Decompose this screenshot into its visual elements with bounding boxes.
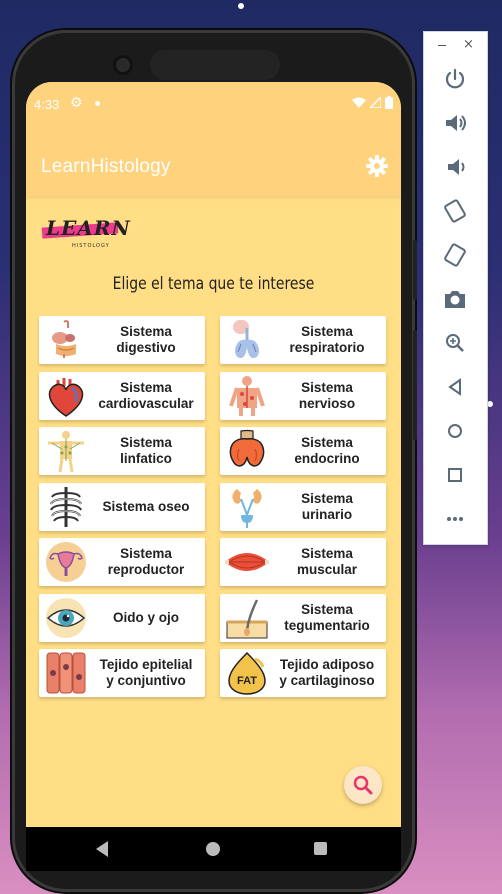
status-time: 4:33 xyxy=(34,97,60,112)
emulator-window-controls: × xyxy=(424,37,489,52)
topic-card-oido-ojo[interactable]: Oido y ojo xyxy=(39,594,205,642)
topic-card-epitelial-conjuntivo[interactable]: Tejido epitelial y conjuntivo xyxy=(39,649,205,697)
topic-label: Tejido epitelial y conjuntivo xyxy=(99,657,193,688)
topic-label: Sistema endocrino xyxy=(294,435,360,466)
topic-label: Sistema oseo xyxy=(102,499,190,514)
digestive-system-icon xyxy=(52,320,76,358)
topic-card-oseo[interactable]: Sistema oseo xyxy=(39,483,205,531)
heart-icon xyxy=(48,378,84,417)
search-icon xyxy=(353,775,373,795)
topic-card-linfatico[interactable]: Sistema linfatico xyxy=(39,427,205,475)
topic-card-reproductor[interactable]: Sistema reproductor xyxy=(39,538,205,586)
volume-down-icon[interactable] xyxy=(442,154,468,180)
topic-label: Sistema respiratorio xyxy=(289,324,365,355)
topic-card-endocrino[interactable]: Sistema endocrino xyxy=(220,427,386,475)
app-screen: 4:33 ⚙ LearnHistology LEARN HISTOLOGY El… xyxy=(26,82,401,827)
volume-up-icon[interactable] xyxy=(442,110,468,136)
power-icon[interactable] xyxy=(442,66,468,92)
topic-label: Sistema muscular xyxy=(296,546,358,577)
logo-subtext: HISTOLOGY xyxy=(72,243,110,249)
topic-card-urinario[interactable]: Sistema urinario xyxy=(220,483,386,531)
status-settings-icon: ⚙ xyxy=(70,95,83,111)
nervous-system-icon xyxy=(229,376,265,416)
emulator-panel: × xyxy=(423,31,488,545)
app-title: LearnHistology xyxy=(41,156,171,177)
topic-label: Sistema linfatico xyxy=(120,435,172,466)
fat-icon: FAT xyxy=(228,651,266,695)
topic-label: Sistema urinario xyxy=(301,491,353,522)
gear-icon[interactable] xyxy=(365,154,389,178)
topic-label: Tejido adiposo y cartilaginoso xyxy=(279,657,375,688)
status-icons xyxy=(352,96,393,109)
app-logo: LEARN HISTOLOGY xyxy=(41,216,130,252)
notification-dot-icon xyxy=(95,101,100,106)
zoom-icon[interactable] xyxy=(442,330,468,356)
topic-card-nervioso[interactable]: Sistema nervioso xyxy=(220,372,386,420)
back-nav-icon[interactable] xyxy=(96,841,108,857)
phone-side-button xyxy=(413,240,417,300)
wifi-icon xyxy=(352,97,366,108)
phone-camera xyxy=(113,55,133,75)
topic-card-digestivo[interactable]: Sistema digestivo xyxy=(39,316,205,364)
tissue-cells-icon xyxy=(46,652,86,694)
rotate-right-icon[interactable] xyxy=(442,242,468,268)
lungs-icon xyxy=(233,320,259,358)
phone-speaker xyxy=(150,50,280,80)
lymphatic-system-icon xyxy=(48,431,84,473)
topic-label: Sistema cardiovascular xyxy=(98,380,194,411)
phone-side-button xyxy=(413,330,417,440)
home-nav-icon[interactable] xyxy=(206,842,220,856)
background-dot xyxy=(238,3,244,9)
back-icon[interactable] xyxy=(442,374,468,400)
close-icon[interactable]: × xyxy=(463,37,474,52)
home-icon[interactable] xyxy=(442,418,468,444)
topic-label: Sistema tegumentario xyxy=(284,602,370,633)
page-subtitle: Elige el tema que te interese xyxy=(112,274,315,294)
overview-icon[interactable] xyxy=(442,462,468,488)
muscle-icon xyxy=(225,553,269,571)
topic-card-adiposo-cartilaginoso[interactable]: FAT Tejido adiposo y cartilaginoso xyxy=(220,649,386,697)
battery-icon xyxy=(385,96,393,109)
topic-card-tegumentario[interactable]: Sistema tegumentario xyxy=(220,594,386,642)
rotate-left-icon[interactable] xyxy=(442,198,468,224)
more-icon[interactable] xyxy=(442,506,468,532)
skin-icon xyxy=(226,599,268,639)
topic-label: Sistema digestivo xyxy=(116,324,176,355)
status-bar: 4:33 ⚙ xyxy=(26,82,401,138)
app-bar: LearnHistology xyxy=(26,138,401,196)
topic-card-respiratorio[interactable]: Sistema respiratorio xyxy=(220,316,386,364)
logo-text: LEARN xyxy=(46,216,131,240)
recents-nav-icon[interactable] xyxy=(314,842,327,855)
topic-label: Sistema nervioso xyxy=(298,380,356,411)
search-button[interactable] xyxy=(344,766,382,804)
topic-card-muscular[interactable]: Sistema muscular xyxy=(220,538,386,586)
svg-text:FAT: FAT xyxy=(237,675,257,687)
eye-icon xyxy=(46,598,86,638)
camera-icon[interactable] xyxy=(442,286,468,312)
signal-icon xyxy=(370,97,381,108)
navigation-bar xyxy=(26,827,401,871)
ribcage-icon xyxy=(50,487,82,527)
topic-card-cardiovascular[interactable]: Sistema cardiovascular xyxy=(39,372,205,420)
minimize-icon[interactable] xyxy=(438,45,446,46)
topic-label: Oido y ojo xyxy=(113,610,179,625)
kidneys-icon xyxy=(232,489,262,528)
topic-label: Sistema reproductor xyxy=(107,546,185,577)
thyroid-icon xyxy=(229,429,265,467)
uterus-icon xyxy=(46,542,86,582)
